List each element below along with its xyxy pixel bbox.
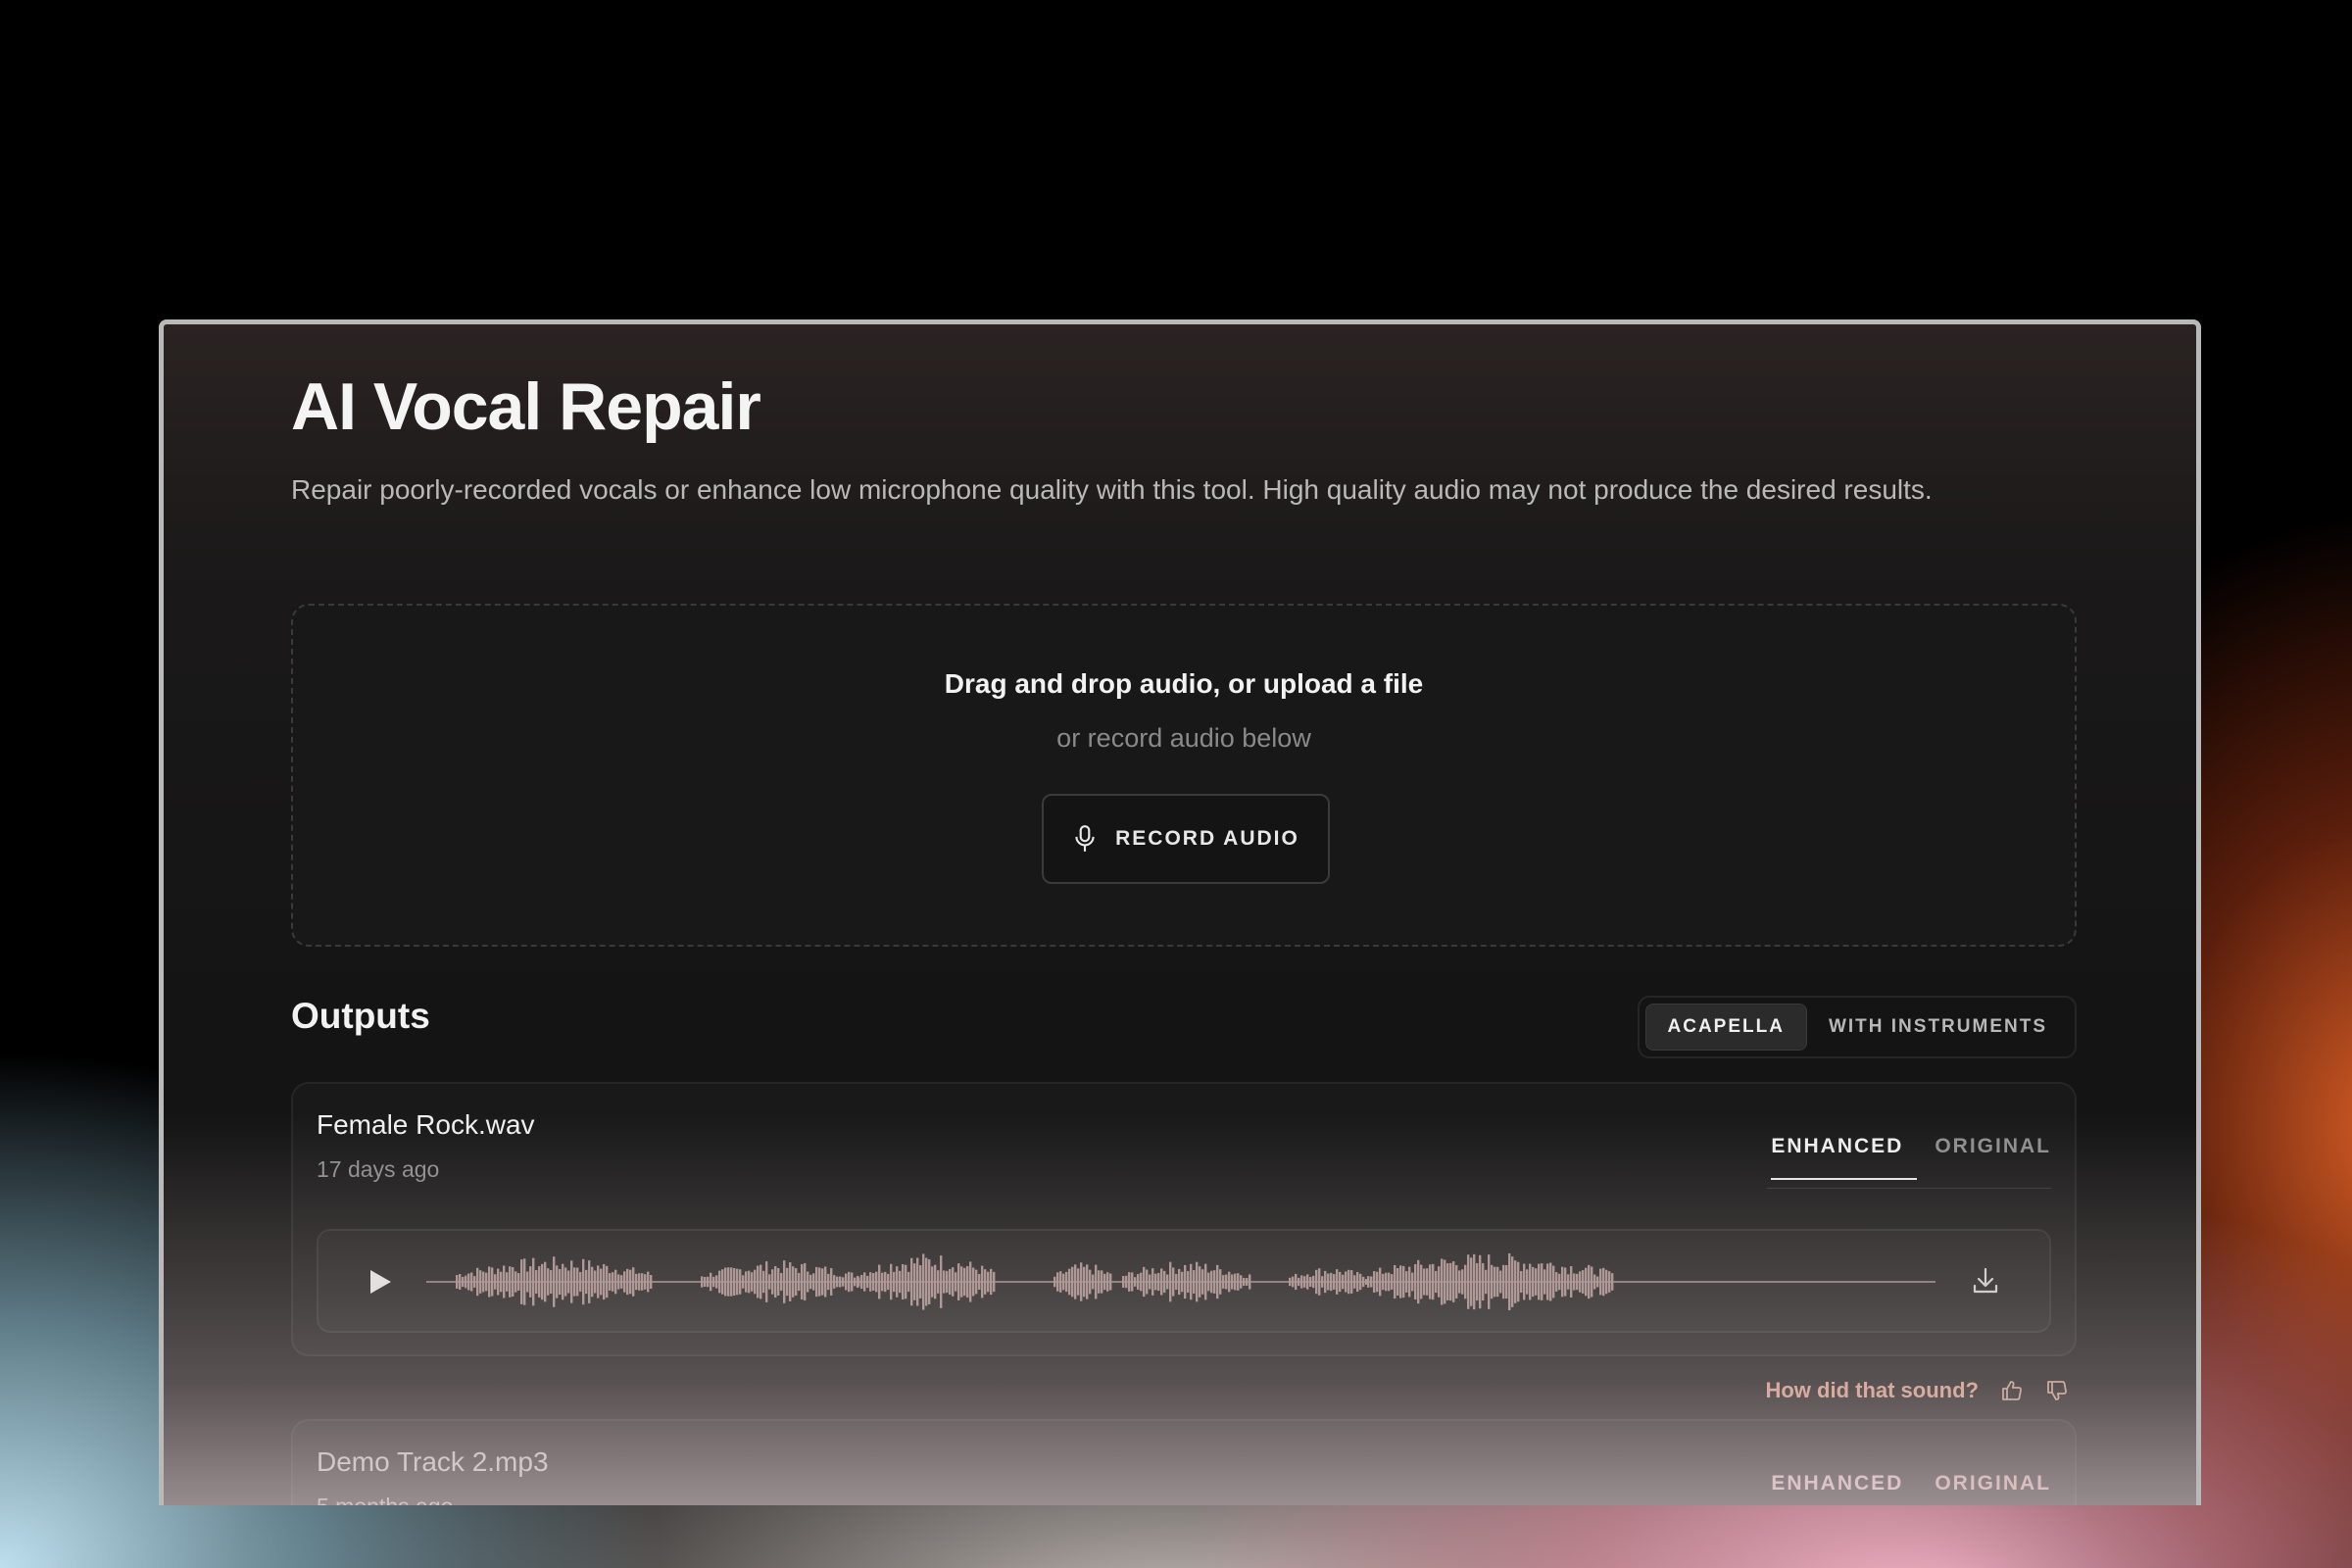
tab-original[interactable]: ORIGINAL [1935,1135,2051,1180]
mode-acapella[interactable]: ACAPELLA [1644,1004,1807,1051]
main-content: AI Vocal Repair Repair poorly-recorded v… [291,368,2077,1505]
audio-player [317,1229,2051,1333]
thumbs-down-icon[interactable] [2045,1379,2069,1402]
output-file-name: Female Rock.wav [317,1109,535,1140]
version-tabs: ENHANCED ORIGINAL [1771,1135,2051,1180]
mode-with-instruments[interactable]: WITH INSTRUMENTS [1807,1004,2069,1051]
tab-original[interactable]: ORIGINAL [1935,1472,2051,1505]
record-audio-button[interactable]: RECORD AUDIO [1042,794,1330,884]
output-file-date: 5 months ago [317,1494,453,1505]
output-card: Female Rock.wav 17 days ago ENHANCED ORI… [291,1082,2077,1356]
tab-enhanced[interactable]: ENHANCED [1771,1135,1918,1180]
tabs-divider [1767,1188,2051,1189]
audio-dropzone[interactable]: Drag and drop audio, or upload a file or… [291,604,2077,947]
output-card: Demo Track 2.mp3 5 months ago ENHANCED O… [291,1419,2077,1505]
page-title: AI Vocal Repair [291,369,761,444]
feedback-prompt: How did that sound? [1765,1378,1979,1402]
app-window: AI Vocal Repair Repair poorly-recorded v… [159,319,2201,1505]
microphone-icon [1075,825,1095,852]
tab-enhanced[interactable]: ENHANCED [1771,1472,1903,1505]
feedback-row: How did that sound? [1765,1378,2069,1403]
download-icon[interactable] [1971,1266,2000,1296]
thumbs-up-icon[interactable] [2000,1379,2024,1402]
play-icon[interactable] [368,1268,393,1296]
dropzone-subtitle: or record audio below [1056,723,1311,753]
dropzone-title: Drag and drop audio, or upload a file [944,668,1424,699]
record-audio-label: RECORD AUDIO [1115,827,1299,850]
output-file-name: Demo Track 2.mp3 [317,1446,549,1477]
outputs-title: Outputs [291,996,430,1036]
page-subtitle: Repair poorly-recorded vocals or enhance… [291,474,1933,505]
output-file-date: 17 days ago [317,1156,440,1182]
version-tabs: ENHANCED ORIGINAL [1771,1472,2051,1505]
audio-waveform[interactable] [426,1241,1936,1323]
output-mode-toggle: ACAPELLA WITH INSTRUMENTS [1637,996,2077,1058]
